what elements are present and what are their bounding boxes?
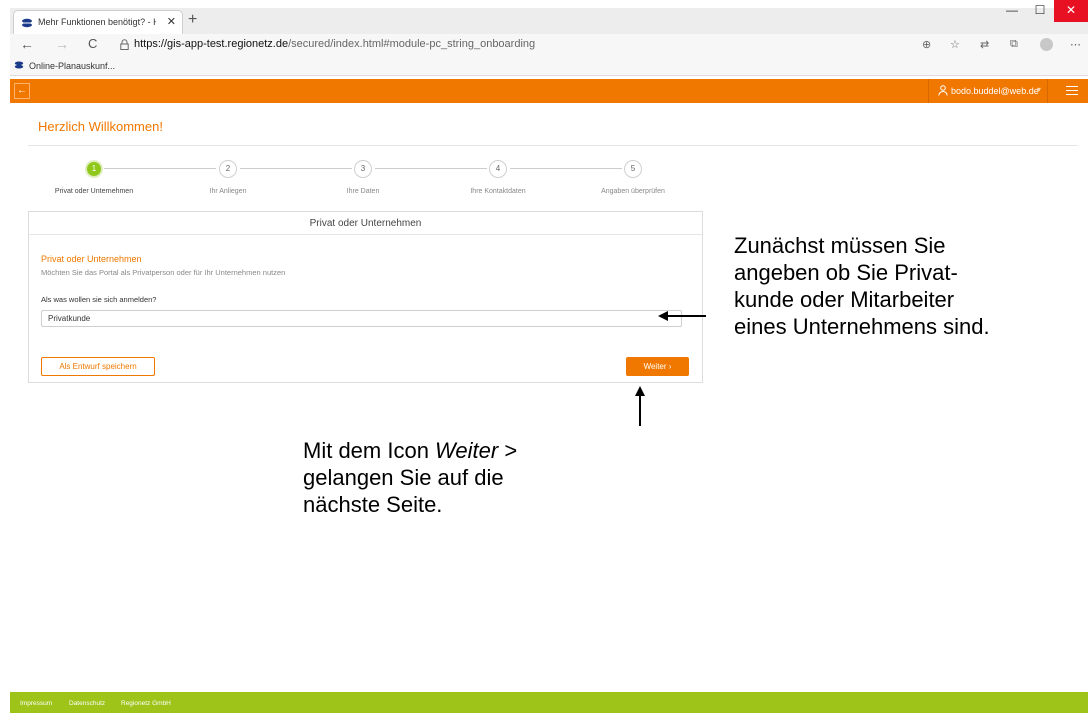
step-1-label: Privat oder Unternehmen [54,188,134,195]
footer: Impressum Datenschutz Regionetz GmbH [10,692,1088,713]
callout-line: Mit dem Icon Weiter > [303,437,669,464]
step-2-indicator[interactable]: 2 [219,160,237,178]
window-controls: — ☐ ✕ [998,0,1088,22]
callout-suffix: > [498,438,518,463]
hamburger-menu-icon[interactable] [1066,86,1078,96]
step-1-indicator[interactable]: 1 [85,160,103,178]
account-type-select[interactable]: Privatkunde [41,310,682,327]
section-description: Möchten Sie das Portal als Privatperson … [41,268,286,277]
profile-avatar[interactable] [1040,38,1053,51]
callout-line: angeben ob Sie Privat- [734,260,958,285]
site-favicon-icon [22,18,32,28]
url-domain: https://gis-app-test.regionetz.de [134,38,289,50]
page-title: Herzlich Willkommen! [38,119,163,134]
callout-line: gelangen Sie auf die [303,465,504,490]
stepper-connector [240,168,352,169]
user-email: bodo.buddel@web.de [951,86,1039,96]
forward-arrow-icon[interactable]: → [55,36,69,52]
url-field[interactable]: https://gis-app-test.regionetz.de/secure… [134,38,535,50]
divider [28,145,1078,146]
bookmark-favicon-icon [14,61,24,69]
tab-close-icon[interactable]: ✕ [167,15,176,28]
callout-line: Zunächst müssen Sie [734,233,946,258]
stepper-connector [104,168,216,169]
account-type-label: Als was wollen sie sich anmelden? [41,295,157,304]
callout-prefix: Mit dem Icon [303,438,436,463]
footer-link-impressum[interactable]: Impressum [20,700,52,707]
user-menu[interactable]: bodo.buddel@web.de ▾ [928,79,1048,103]
maximize-icon[interactable]: ☐ [1026,0,1054,22]
browser-tab[interactable]: Mehr Funktionen benötigt? - He ✕ [13,10,183,34]
annotation-callout-next: Mit dem Icon Weiter > gelangen Sie auf d… [285,427,669,544]
card-title: Privat oder Unternehmen [29,212,702,235]
app-header: ← bodo.buddel@web.de ▾ [10,79,1088,103]
step-5-indicator[interactable]: 5 [624,160,642,178]
callout-line: kunde oder Mitarbeiter [734,287,955,312]
step-5-label: Angaben überprüfen [601,188,665,195]
tab-title: Mehr Funktionen benötigt? - He [38,17,156,27]
more-menu-icon[interactable]: ⋯ [1070,38,1081,51]
step-4-label: Ihre Kontaktdaten [470,188,526,195]
screenshot-frame: Mehr Funktionen benötigt? - He ✕ + — ☐ ✕… [0,0,1088,713]
section-title: Privat oder Unternehmen [41,254,142,264]
reload-icon[interactable]: C [88,36,97,51]
step-3-label: Ihre Daten [346,188,380,195]
annotation-callout-select: Zunächst müssen Sie angeben ob Sie Priva… [712,224,1088,380]
back-arrow-icon[interactable]: ← [20,36,34,52]
bookmark-online-planauskunft[interactable]: Online-Planauskunf... [29,61,115,71]
callout-line: eines Unternehmens sind. [734,314,990,339]
favorites-list-icon[interactable]: ⇄ [980,38,989,51]
url-path: /secured/index.html#module-pc_string_onb… [288,38,536,50]
new-tab-button[interactable]: + [188,11,197,29]
collections-icon[interactable]: ⧉ [1010,38,1018,51]
stepper-connector [510,168,622,169]
chevron-down-icon: ▾ [1037,85,1042,94]
step-3-indicator[interactable]: 3 [354,160,372,178]
next-button[interactable]: Weiter › [626,357,689,376]
favorite-icon[interactable]: ☆ [950,38,960,51]
browser-tab-bar: Mehr Funktionen benötigt? - He ✕ + — ☐ ✕ [10,0,1088,34]
footer-link-datenschutz[interactable]: Datenschutz [69,700,105,707]
step-4-indicator[interactable]: 4 [489,160,507,178]
callout-line: nächste Seite. [303,492,443,517]
footer-link-regionetz[interactable]: Regionetz GmbH [121,700,171,707]
minimize-icon[interactable]: — [998,0,1026,22]
step-2-label: Ihr Anliegen [209,188,247,195]
window-close-icon[interactable]: ✕ [1054,0,1088,22]
user-icon [938,85,948,96]
form-card: Privat oder Unternehmen Privat oder Unte… [28,211,703,383]
lock-icon [120,39,129,50]
callout-italic: Weiter [435,438,499,463]
save-draft-button[interactable]: Als Entwurf speichern [41,357,155,376]
address-bar: ← → C https://gis-app-test.regionetz.de/… [10,34,1088,56]
stepper-connector [375,168,487,169]
zoom-icon[interactable]: ⊕ [922,38,931,51]
app-back-button[interactable]: ← [14,83,30,99]
favorites-bar: Online-Planauskunf... [10,56,1088,76]
